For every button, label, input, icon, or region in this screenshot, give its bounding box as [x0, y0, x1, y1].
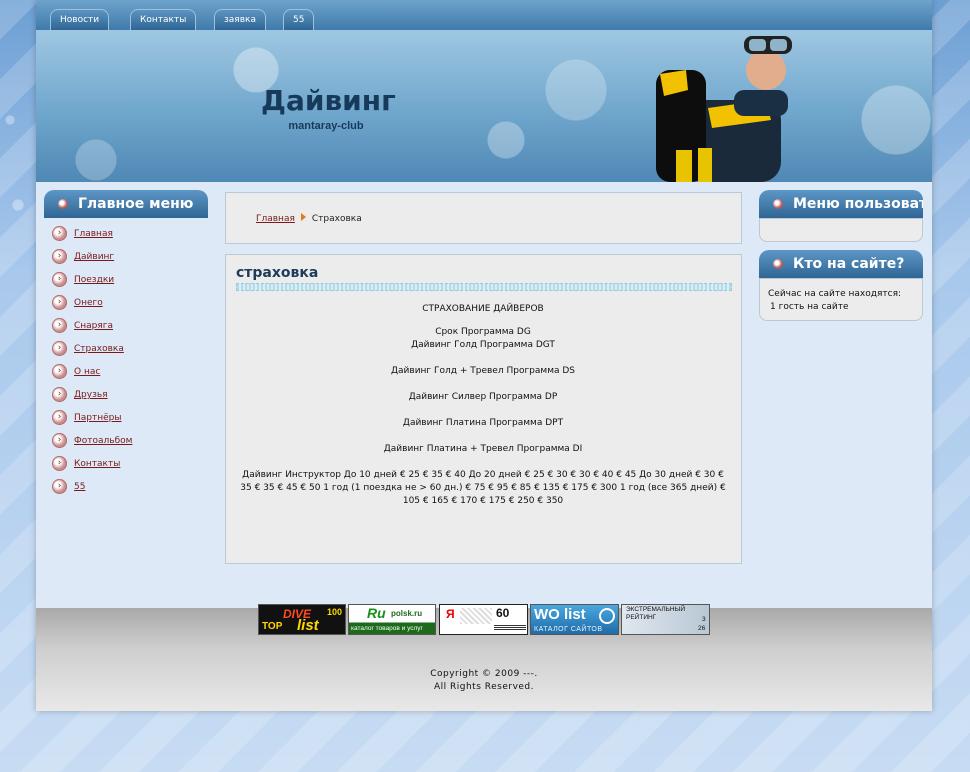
banner-text: КАТАЛОГ САЙТОВ [534, 626, 603, 633]
article-line: Срок Программа DG [435, 327, 531, 337]
breadcrumb-panel: Главная Страховка [225, 192, 742, 244]
yandex-banner[interactable]: Я 60 [439, 604, 528, 635]
breadcrumb-current: Страховка [311, 214, 362, 224]
rights-reserved: All Rights Reserved. [433, 682, 535, 692]
banner-text: ЭКСТРЕМАЛЬНЫЙ [626, 606, 686, 613]
who-online-title: Кто на сайте? [793, 256, 905, 272]
polsk-banner[interactable]: Ru polsk.ru каталог товаров и услуг [348, 604, 436, 635]
banner-text: 3 [702, 616, 706, 623]
banner-text: 26 [698, 625, 706, 632]
banner-text: каталог товаров и услуг [351, 625, 423, 632]
banner-text: list [297, 617, 319, 634]
site-title: Дайвинг [261, 84, 396, 117]
banner-lines [494, 625, 526, 631]
banner-text: TOP [262, 621, 283, 632]
user-menu-header: Меню пользователя [759, 190, 923, 218]
title-divider [236, 283, 732, 291]
article-line: Дайвинг Голд + Тревел Программа DS [391, 366, 575, 376]
menu-link[interactable]: О нас [74, 364, 100, 380]
banner-text: 100 [327, 607, 343, 617]
online-status: Сейчас на сайте находятся: [768, 289, 902, 299]
user-menu-body [759, 218, 923, 242]
tab-55[interactable]: 55 [283, 9, 315, 30]
article-heading: СТРАХОВАНИЕ ДАЙВЕРОВ [422, 304, 544, 314]
article-line: Дайвинг Голд Программа DGT [411, 340, 555, 350]
page-wrapper: Новости Контакты заявка 55 Дайвинг manta… [36, 0, 932, 711]
guest-count: 1 гость на сайте [770, 302, 849, 312]
menu-link[interactable]: Страховка [74, 341, 124, 357]
chevron-right-icon: › [52, 364, 67, 379]
bullet-icon [773, 199, 783, 209]
banner-text: polsk.ru [391, 609, 423, 618]
wolist-banner[interactable]: WO list КАТАЛОГ САЙТОВ [530, 604, 619, 635]
article-line: Дайвинг Платина + Тревел Программа DI [383, 444, 583, 454]
menu-link[interactable]: Контакты [74, 456, 120, 472]
site-subtitle: mantaray-club [288, 120, 364, 132]
banner-text: 60 [496, 606, 510, 620]
chevron-right-icon: › [52, 387, 67, 402]
article-title: страховка [236, 265, 319, 281]
who-online-header: Кто на сайте? [759, 250, 923, 278]
chevron-right-icon: › [52, 272, 67, 287]
menu-link[interactable]: Главная [74, 226, 113, 242]
menu-link[interactable]: 55 [74, 479, 85, 495]
bullet-icon [58, 199, 68, 209]
site-header: Дайвинг mantaray-club [36, 30, 932, 182]
chevron-right-icon: › [52, 410, 67, 425]
menu-link[interactable]: Поездки [74, 272, 114, 288]
menu-link[interactable]: Дайвинг [74, 249, 114, 265]
search-icon [599, 608, 615, 624]
chevron-right-icon: › [52, 479, 67, 494]
chevron-right-icon: › [52, 295, 67, 310]
bullet-icon [773, 259, 783, 269]
chevron-right-icon: › [52, 226, 67, 241]
chevron-right-icon: › [52, 318, 67, 333]
article-paragraph: Дайвинг Инструктор До 10 дней € 25 € 35 … [240, 470, 726, 506]
banner-text: РЕЙТИНГ [626, 614, 657, 621]
who-online-body: Сейчас на сайте находятся: 1 гость на са… [759, 278, 923, 321]
article-panel: страховка СТРАХОВАНИЕ ДАЙВЕРОВ Срок Прог… [225, 254, 742, 564]
menu-link[interactable]: Партнёры [74, 410, 121, 426]
menu-link[interactable]: Друзья [74, 387, 108, 403]
menu-link[interactable]: Онего [74, 295, 103, 311]
arrow-right-icon [300, 213, 306, 221]
banner-logo: Ru [367, 605, 386, 621]
breadcrumb: Главная Страховка [256, 213, 362, 224]
article-line: Дайвинг Платина Программа DPT [402, 418, 564, 428]
diver-image [656, 36, 792, 182]
tab-application[interactable]: заявка [214, 9, 266, 30]
main-menu-header: Главное меню [44, 190, 208, 218]
banner-logo: WO list [534, 606, 586, 623]
article-line: Дайвинг Силвер Программа DP [408, 392, 558, 402]
copyright: Copyright © 2009 ---. [430, 669, 538, 679]
tab-news[interactable]: Новости [50, 9, 110, 30]
menu-link[interactable]: Снаряга [74, 318, 113, 334]
dive-top-banner[interactable]: TOP DIVE list 100 [258, 604, 346, 635]
banner-graph [460, 608, 492, 624]
main-menu-title: Главное меню [78, 196, 194, 212]
chevron-right-icon: › [52, 433, 67, 448]
chevron-right-icon: › [52, 249, 67, 264]
extreme-rating-banner[interactable]: ЭКСТРЕМАЛЬНЫЙ РЕЙТИНГ 3 26 [621, 604, 710, 635]
banner-logo: Я [446, 607, 455, 621]
menu-link[interactable]: Фотоальбом [74, 433, 132, 449]
top-navigation: Новости Контакты заявка 55 [36, 0, 932, 30]
tab-contacts[interactable]: Контакты [130, 9, 197, 30]
breadcrumb-home-link[interactable]: Главная [256, 214, 295, 224]
chevron-right-icon: › [52, 341, 67, 356]
chevron-right-icon: › [52, 456, 67, 471]
user-menu-title: Меню пользователя [793, 196, 923, 212]
